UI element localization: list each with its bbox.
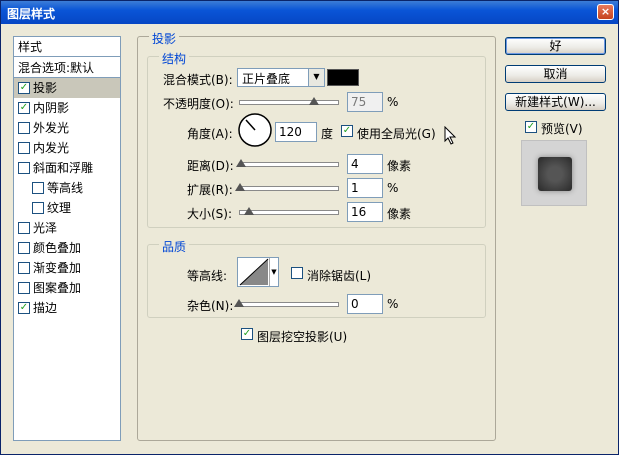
style-list-item[interactable]: 纹理 <box>14 198 120 218</box>
angle-field[interactable]: 120 <box>275 122 317 142</box>
noise-label: 杂色(N): <box>187 299 234 313</box>
size-slider-track[interactable] <box>239 210 339 215</box>
mouse-cursor-icon <box>444 126 457 145</box>
distance-unit: 像素 <box>387 159 412 173</box>
spread-field[interactable]: 1 <box>347 178 383 198</box>
style-preview <box>521 140 587 206</box>
blend-mode-label: 混合模式(B): <box>163 73 233 87</box>
angle-dial-icon[interactable] <box>237 112 273 148</box>
size-field[interactable]: 16 <box>347 202 383 222</box>
contour-picker[interactable]: ▼ <box>237 257 279 287</box>
style-list-item[interactable]: ✓ 内阴影 <box>14 98 120 118</box>
style-item-label: 等高线 <box>47 181 84 195</box>
spread-unit: % <box>387 181 399 195</box>
style-list-header: 样式 <box>14 37 120 57</box>
style-item-label: 外发光 <box>33 121 70 135</box>
opacity-field[interactable]: 75 <box>347 92 383 112</box>
global-light-checkbox[interactable]: ✓ <box>341 125 353 137</box>
close-button[interactable]: × <box>597 4 614 20</box>
style-list-item[interactable]: 颜色叠加 <box>14 238 120 258</box>
style-item-checkbox[interactable] <box>18 241 30 254</box>
style-item-label: 斜面和浮雕 <box>33 161 94 175</box>
noise-slider-track[interactable] <box>239 302 339 307</box>
ok-button[interactable]: 好 <box>505 37 606 55</box>
noise-field[interactable]: 0 <box>347 294 383 314</box>
style-item-checkbox[interactable] <box>18 141 30 154</box>
style-item-checkbox[interactable]: ✓ <box>18 301 30 314</box>
style-item-label: 光泽 <box>33 221 58 235</box>
title-bar: 图层样式 × <box>1 1 618 24</box>
opacity-slider-thumb[interactable] <box>309 97 319 105</box>
blend-mode-value: 正片叠底 <box>242 72 291 86</box>
style-list-item[interactable]: 外发光 <box>14 118 120 138</box>
noise-unit: % <box>387 297 399 311</box>
style-item-checkbox[interactable] <box>32 181 44 194</box>
structure-title: 结构 <box>159 50 190 67</box>
distance-field[interactable]: 4 <box>347 154 383 174</box>
chevron-down-icon: ▼ <box>308 69 324 86</box>
style-item-label: 颜色叠加 <box>33 241 82 255</box>
style-item-checkbox[interactable]: ✓ <box>18 101 30 114</box>
style-list-item[interactable]: 光泽 <box>14 218 120 238</box>
angle-unit: 度 <box>321 127 334 141</box>
style-list-item[interactable]: 渐变叠加 <box>14 258 120 278</box>
new-style-button[interactable]: 新建样式(W)... <box>505 93 606 111</box>
angle-label: 角度(A): <box>187 127 233 141</box>
size-slider-thumb[interactable] <box>244 207 254 215</box>
style-item-checkbox[interactable] <box>18 221 30 234</box>
style-item-label: 描边 <box>33 301 58 315</box>
noise-slider-thumb[interactable] <box>234 299 244 307</box>
preview-checkbox[interactable]: ✓ <box>525 121 537 133</box>
blend-mode-select[interactable]: 正片叠底 ▼ <box>237 68 325 87</box>
global-light-label[interactable]: 使用全局光(G) <box>357 125 436 142</box>
style-item-label: 混合选项:默认 <box>18 61 95 75</box>
cancel-button[interactable]: 取消 <box>505 65 606 83</box>
spread-slider-track[interactable] <box>239 186 339 191</box>
distance-label: 距离(D): <box>187 159 234 173</box>
preview-label[interactable]: 预览(V) <box>541 120 583 137</box>
contour-label: 等高线: <box>187 269 228 283</box>
contour-curve-icon <box>239 258 269 286</box>
style-list-item[interactable]: 斜面和浮雕 <box>14 158 120 178</box>
style-item-checkbox[interactable] <box>18 121 30 134</box>
style-item-label: 内阴影 <box>33 101 70 115</box>
quality-title: 品质 <box>159 238 190 255</box>
style-item-checkbox[interactable] <box>18 281 30 294</box>
drop-shadow-group-title: 投影 <box>149 30 180 47</box>
style-list-item[interactable]: 等高线 <box>14 178 120 198</box>
style-list-item[interactable]: 混合选项:默认 <box>14 58 120 78</box>
layer-style-dialog: 图层样式 × 样式 混合选项:默认 ✓ 投影 ✓ 内阴影 外发光 内发光 斜面和浮雕 等高线 纹理… <box>0 0 619 455</box>
shadow-color-swatch[interactable] <box>327 69 359 86</box>
opacity-label: 不透明度(O): <box>163 97 234 111</box>
distance-slider-track[interactable] <box>239 162 339 167</box>
style-list-item[interactable]: 内发光 <box>14 138 120 158</box>
window-title: 图层样式 <box>7 7 56 21</box>
style-item-label: 渐变叠加 <box>33 261 82 275</box>
style-item-label: 内发光 <box>33 141 70 155</box>
style-list-item[interactable]: ✓ 描边 <box>14 298 120 318</box>
style-item-checkbox[interactable]: ✓ <box>18 81 30 94</box>
chevron-down-icon: ▼ <box>269 258 278 286</box>
preview-swatch <box>538 157 572 191</box>
style-item-checkbox[interactable] <box>18 261 30 274</box>
opacity-slider-track[interactable] <box>239 100 339 105</box>
size-label: 大小(S): <box>187 207 233 221</box>
style-item-label: 图案叠加 <box>33 281 82 295</box>
antialias-label[interactable]: 消除锯齿(L) <box>307 267 371 284</box>
antialias-checkbox[interactable] <box>291 267 303 279</box>
style-item-checkbox[interactable] <box>32 201 44 214</box>
style-list-item[interactable]: 图案叠加 <box>14 278 120 298</box>
style-item-label: 纹理 <box>47 201 72 215</box>
spread-slider-thumb[interactable] <box>235 183 245 191</box>
knockout-checkbox[interactable]: ✓ <box>241 328 253 340</box>
distance-slider-thumb[interactable] <box>236 159 246 167</box>
opacity-unit: % <box>387 95 399 109</box>
style-list: 样式 混合选项:默认 ✓ 投影 ✓ 内阴影 外发光 内发光 斜面和浮雕 等高线 纹理 光泽 颜色叠加渐… <box>13 36 121 441</box>
size-unit: 像素 <box>387 207 412 221</box>
style-item-checkbox[interactable] <box>18 161 30 174</box>
style-item-label: 投影 <box>33 81 58 95</box>
knockout-label[interactable]: 图层挖空投影(U) <box>257 328 347 345</box>
style-list-item[interactable]: ✓ 投影 <box>14 78 120 98</box>
spread-label: 扩展(R): <box>187 183 233 197</box>
